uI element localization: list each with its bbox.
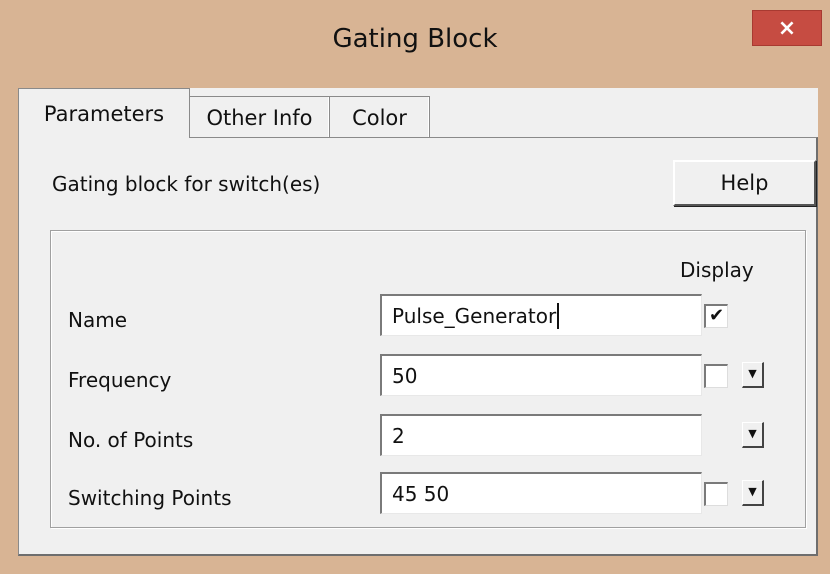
param-label-name: Name: [68, 308, 128, 332]
text-caret: [557, 302, 560, 329]
checkmark-icon: ✔: [708, 305, 725, 326]
switching-points-dropdown-button[interactable]: ▼: [742, 480, 764, 506]
switching-points-field[interactable]: 45 50: [380, 472, 702, 514]
tab-parameters[interactable]: Parameters: [18, 88, 190, 138]
tab-color[interactable]: Color: [330, 96, 430, 138]
gating-block-dialog: Gating Block × Parameters Other Info Col…: [0, 0, 830, 574]
frequency-display-checkbox[interactable]: [704, 364, 728, 388]
no-of-points-dropdown-button[interactable]: ▼: [742, 422, 764, 448]
name-display-checkbox[interactable]: ✔: [704, 304, 728, 328]
close-button[interactable]: ×: [752, 10, 822, 46]
window-title: Gating Block: [332, 24, 498, 54]
dialog-body: Parameters Other Info Color Gating block…: [18, 88, 818, 556]
name-field-value: Pulse_Generator: [392, 304, 557, 328]
block-description: Gating block for switch(es): [52, 172, 321, 196]
dropdown-arrow-icon: ▼: [748, 427, 757, 440]
title-bar[interactable]: Gating Block ×: [0, 0, 830, 88]
dropdown-arrow-icon: ▼: [748, 367, 757, 380]
frequency-field-value: 50: [392, 364, 418, 388]
param-label-frequency: Frequency: [68, 368, 172, 392]
no-of-points-field[interactable]: 2: [380, 414, 702, 456]
frequency-dropdown-button[interactable]: ▼: [742, 362, 764, 388]
help-button[interactable]: Help: [673, 160, 816, 206]
display-column-header: Display: [680, 258, 754, 282]
close-icon: ×: [777, 15, 797, 41]
tab-label: Parameters: [43, 101, 165, 126]
switching-points-display-checkbox[interactable]: [704, 482, 728, 506]
tab-other-info[interactable]: Other Info: [190, 96, 330, 138]
switching-points-field-value: 45 50: [392, 482, 450, 506]
tab-label: Color: [352, 105, 407, 130]
frequency-field[interactable]: 50: [380, 354, 702, 396]
name-field[interactable]: Pulse_Generator: [380, 294, 702, 336]
no-of-points-field-value: 2: [392, 424, 405, 448]
param-label-switching-points: Switching Points: [68, 486, 232, 510]
tab-label: Other Info: [206, 105, 313, 130]
param-label-no-of-points: No. of Points: [68, 428, 194, 452]
dropdown-arrow-icon: ▼: [748, 485, 757, 498]
